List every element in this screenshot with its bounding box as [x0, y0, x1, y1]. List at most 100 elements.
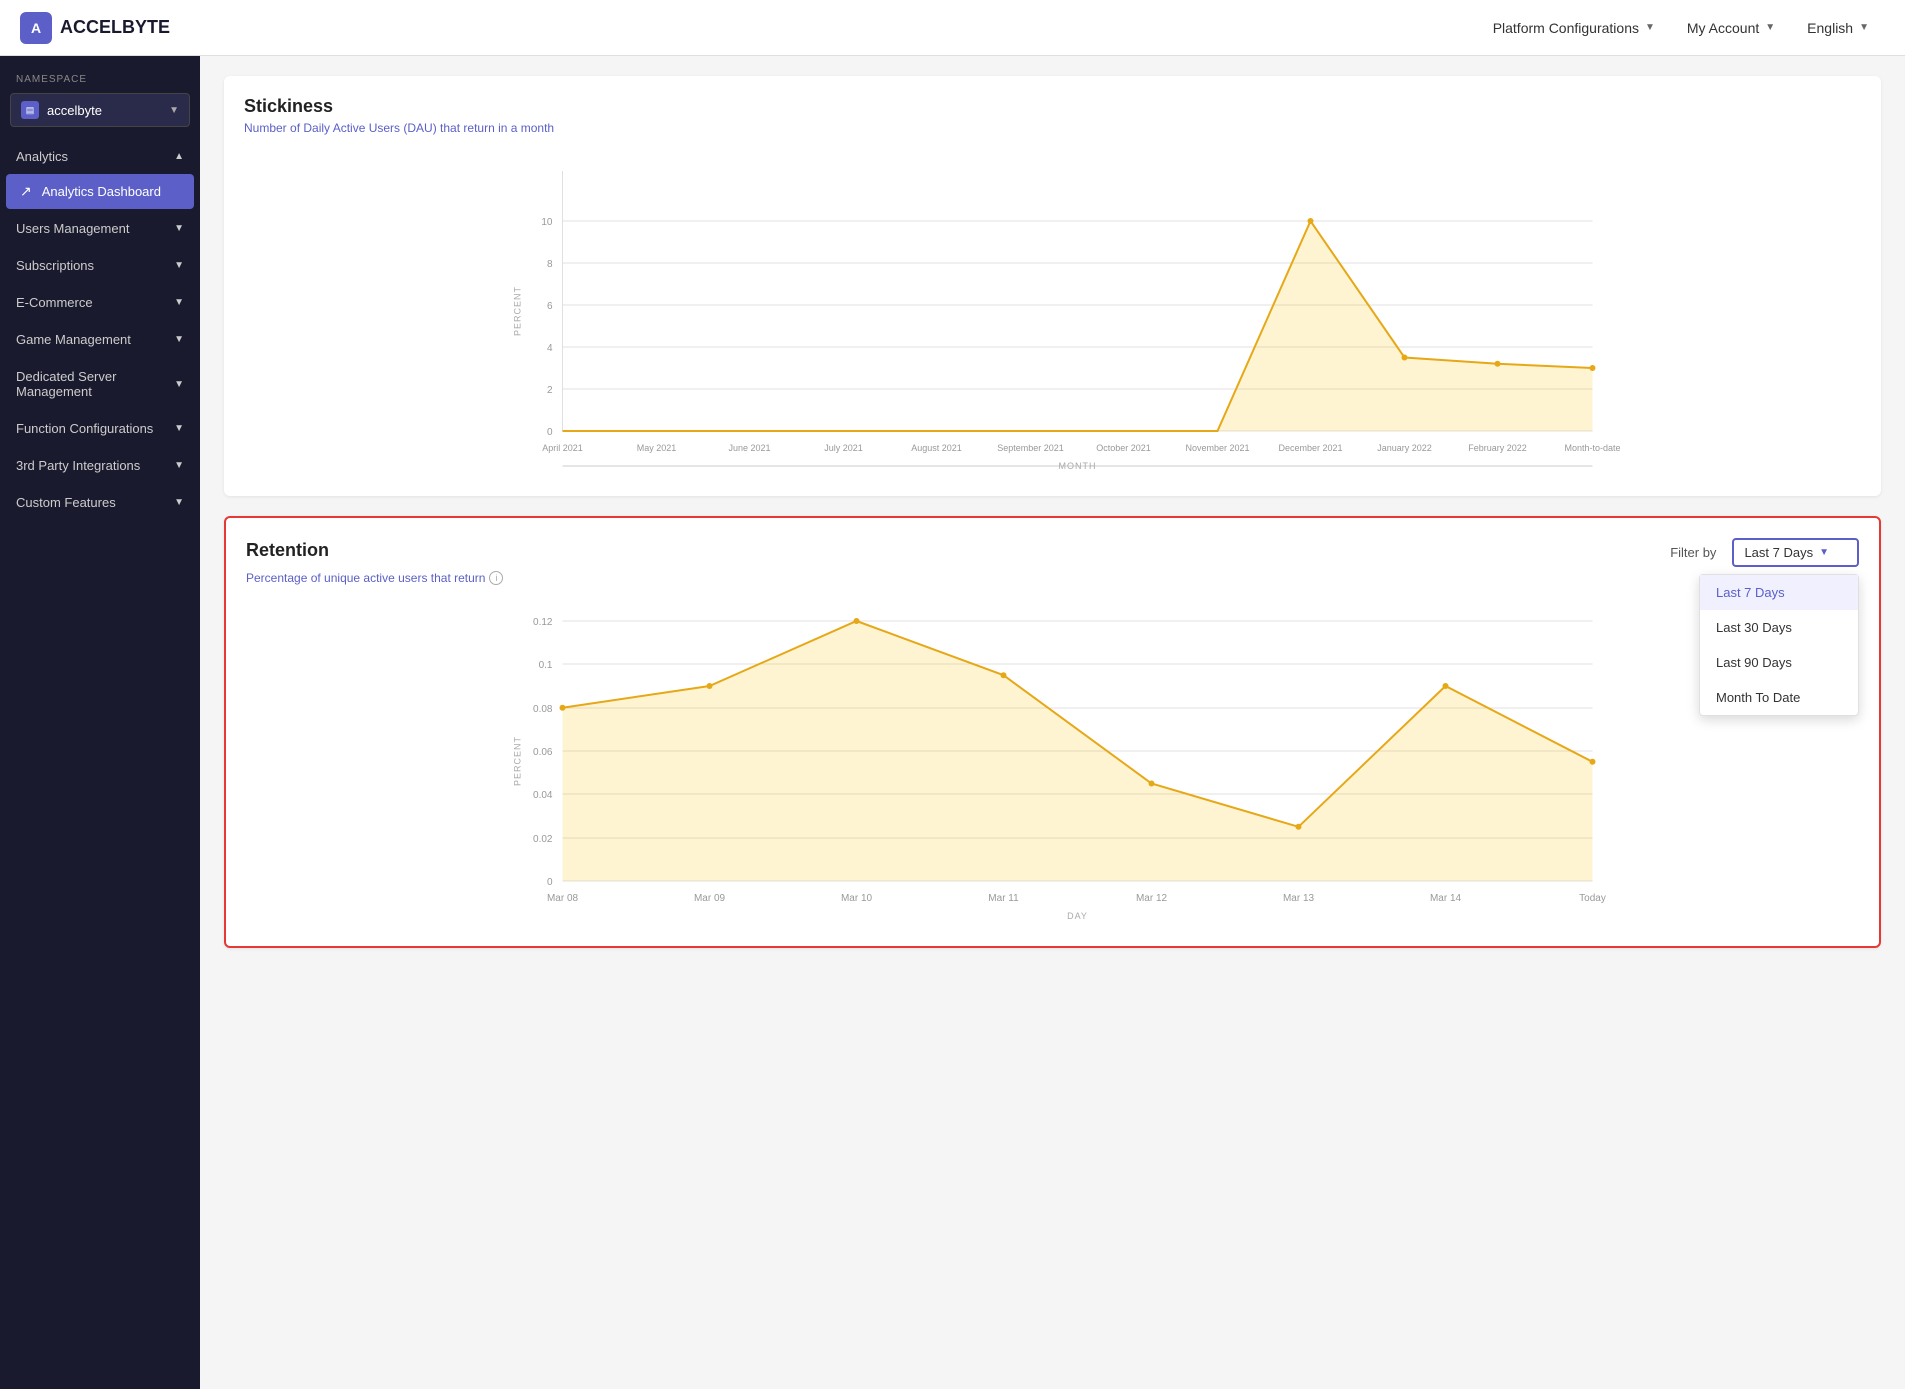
sidebar-section-header-analytics[interactable]: Analytics ▲ [0, 139, 200, 174]
namespace-value: accelbyte [47, 103, 102, 118]
svg-text:December 2021: December 2021 [1278, 443, 1342, 453]
sidebar-section-header-dedicated-server[interactable]: Dedicated Server Management ▼ [0, 359, 200, 409]
stickiness-card: Stickiness Number of Daily Active Users … [224, 76, 1881, 496]
svg-text:June 2021: June 2021 [728, 443, 770, 453]
sidebar-section-custom-features: Custom Features ▼ [0, 485, 200, 520]
svg-text:0.08: 0.08 [533, 704, 553, 715]
my-account-nav[interactable]: My Account ▼ [1671, 12, 1791, 44]
language-nav[interactable]: English ▼ [1791, 12, 1885, 44]
retention-title-group: Retention [246, 540, 329, 565]
svg-text:0.1: 0.1 [539, 660, 553, 671]
my-account-chevron-icon: ▼ [1765, 22, 1775, 33]
namespace-select[interactable]: ▤ accelbyte ▼ [10, 93, 190, 127]
filter-option-90days[interactable]: Last 90 Days [1700, 645, 1858, 680]
retention-subtitle-row: Percentage of unique active users that r… [246, 571, 1859, 585]
filter-chevron-icon: ▼ [1819, 547, 1829, 558]
sidebar-section-subscriptions: Subscriptions ▼ [0, 248, 200, 283]
platform-configs-label: Platform Configurations [1493, 20, 1639, 36]
svg-text:Month-to-date: Month-to-date [1564, 443, 1620, 453]
stickiness-title: Stickiness [244, 96, 1861, 117]
svg-text:4: 4 [547, 343, 553, 354]
sidebar-section-header-function-configs[interactable]: Function Configurations ▼ [0, 411, 200, 446]
game-label: Game Management [16, 332, 131, 347]
retention-svg: PERCENT 0 0.02 0.04 0.06 0.08 [246, 601, 1859, 921]
stickiness-chart-container: PERCENT 0 2 4 6 8 [244, 151, 1861, 476]
sidebar-section-header-users[interactable]: Users Management ▼ [0, 211, 200, 246]
svg-text:Today: Today [1579, 893, 1606, 904]
svg-text:DAY: DAY [1067, 911, 1088, 921]
svg-text:PERCENT: PERCENT [513, 736, 523, 786]
filter-option-7days[interactable]: Last 7 Days [1700, 575, 1858, 610]
filter-option-month[interactable]: Month To Date [1700, 680, 1858, 715]
info-icon[interactable]: i [489, 571, 503, 585]
svg-text:August 2021: August 2021 [911, 443, 962, 453]
svg-text:MONTH: MONTH [1059, 461, 1097, 471]
filter-wrapper: Last 7 Days ▼ Last 7 Days Last 30 Days L… [1732, 538, 1859, 567]
game-chevron-icon: ▼ [174, 334, 184, 345]
svg-text:April 2021: April 2021 [542, 443, 583, 453]
svg-text:0.02: 0.02 [533, 834, 553, 845]
namespace-icon: ▤ [21, 101, 39, 119]
sidebar: NAMESPACE ▤ accelbyte ▼ Analytics ▲ ↗ An… [0, 56, 200, 1389]
sidebar-section-header-subscriptions[interactable]: Subscriptions ▼ [0, 248, 200, 283]
filter-by-label: Filter by [1670, 545, 1716, 560]
ecommerce-chevron-icon: ▼ [174, 297, 184, 308]
svg-text:Mar 14: Mar 14 [1430, 893, 1462, 904]
logo-text: ACCELBYTE [60, 17, 170, 38]
svg-text:Mar 09: Mar 09 [694, 893, 726, 904]
custom-features-label: Custom Features [16, 495, 116, 510]
function-configs-chevron-icon: ▼ [174, 423, 184, 434]
svg-text:February 2022: February 2022 [1468, 443, 1527, 453]
retention-chart-container: PERCENT 0 0.02 0.04 0.06 0.08 [246, 601, 1859, 926]
subscriptions-chevron-icon: ▼ [174, 260, 184, 271]
svg-text:0.06: 0.06 [533, 747, 553, 758]
retention-title: Retention [246, 540, 329, 561]
3rd-party-chevron-icon: ▼ [174, 460, 184, 471]
sidebar-item-analytics-dashboard[interactable]: ↗ Analytics Dashboard [6, 174, 194, 209]
svg-text:Mar 08: Mar 08 [547, 893, 579, 904]
header: A ACCELBYTE Platform Configurations ▼ My… [0, 0, 1905, 56]
custom-features-chevron-icon: ▼ [174, 497, 184, 508]
svg-text:September 2021: September 2021 [997, 443, 1064, 453]
retention-filter-group: Filter by Last 7 Days ▼ Last 7 Days Last… [1670, 538, 1859, 567]
svg-text:PERCENT: PERCENT [513, 286, 523, 336]
svg-text:0.12: 0.12 [533, 617, 553, 628]
analytics-dashboard-icon: ↗ [20, 183, 32, 200]
3rd-party-label: 3rd Party Integrations [16, 458, 140, 473]
logo: A ACCELBYTE [20, 12, 1477, 44]
selected-filter-label: Last 7 Days [1744, 545, 1813, 560]
sidebar-section-users: Users Management ▼ [0, 211, 200, 246]
svg-text:6: 6 [547, 301, 553, 312]
sidebar-section-3rd-party: 3rd Party Integrations ▼ [0, 448, 200, 483]
language-chevron-icon: ▼ [1859, 22, 1869, 33]
retention-card: Retention Filter by Last 7 Days ▼ Last 7… [224, 516, 1881, 948]
sidebar-section-header-game[interactable]: Game Management ▼ [0, 322, 200, 357]
platform-configs-nav[interactable]: Platform Configurations ▼ [1477, 12, 1671, 44]
sidebar-section-dedicated-server: Dedicated Server Management ▼ [0, 359, 200, 409]
filter-dropdown: Last 7 Days Last 30 Days Last 90 Days Mo… [1699, 574, 1859, 716]
filter-select-button[interactable]: Last 7 Days ▼ [1732, 538, 1859, 567]
svg-text:Mar 13: Mar 13 [1283, 893, 1315, 904]
sidebar-section-function-configs: Function Configurations ▼ [0, 411, 200, 446]
dedicated-server-label: Dedicated Server Management [16, 369, 174, 399]
analytics-section-chevron-icon: ▲ [174, 151, 184, 162]
svg-text:0.04: 0.04 [533, 790, 553, 801]
filter-option-30days[interactable]: Last 30 Days [1700, 610, 1858, 645]
ecommerce-label: E-Commerce [16, 295, 93, 310]
svg-text:November 2021: November 2021 [1185, 443, 1249, 453]
retention-subtitle: Percentage of unique active users that r… [246, 571, 485, 585]
users-chevron-icon: ▼ [174, 223, 184, 234]
sidebar-section-header-3rd-party[interactable]: 3rd Party Integrations ▼ [0, 448, 200, 483]
svg-text:January 2022: January 2022 [1377, 443, 1432, 453]
sidebar-section-header-ecommerce[interactable]: E-Commerce ▼ [0, 285, 200, 320]
dedicated-server-chevron-icon: ▼ [174, 379, 184, 390]
svg-text:2: 2 [547, 385, 553, 396]
sidebar-section-header-custom-features[interactable]: Custom Features ▼ [0, 485, 200, 520]
svg-text:10: 10 [541, 217, 553, 228]
platform-configs-chevron-icon: ▼ [1645, 22, 1655, 33]
svg-text:0: 0 [547, 877, 553, 888]
header-nav: Platform Configurations ▼ My Account ▼ E… [1477, 12, 1885, 44]
svg-text:Mar 11: Mar 11 [988, 893, 1019, 904]
language-label: English [1807, 20, 1853, 36]
svg-text:0: 0 [547, 427, 553, 438]
